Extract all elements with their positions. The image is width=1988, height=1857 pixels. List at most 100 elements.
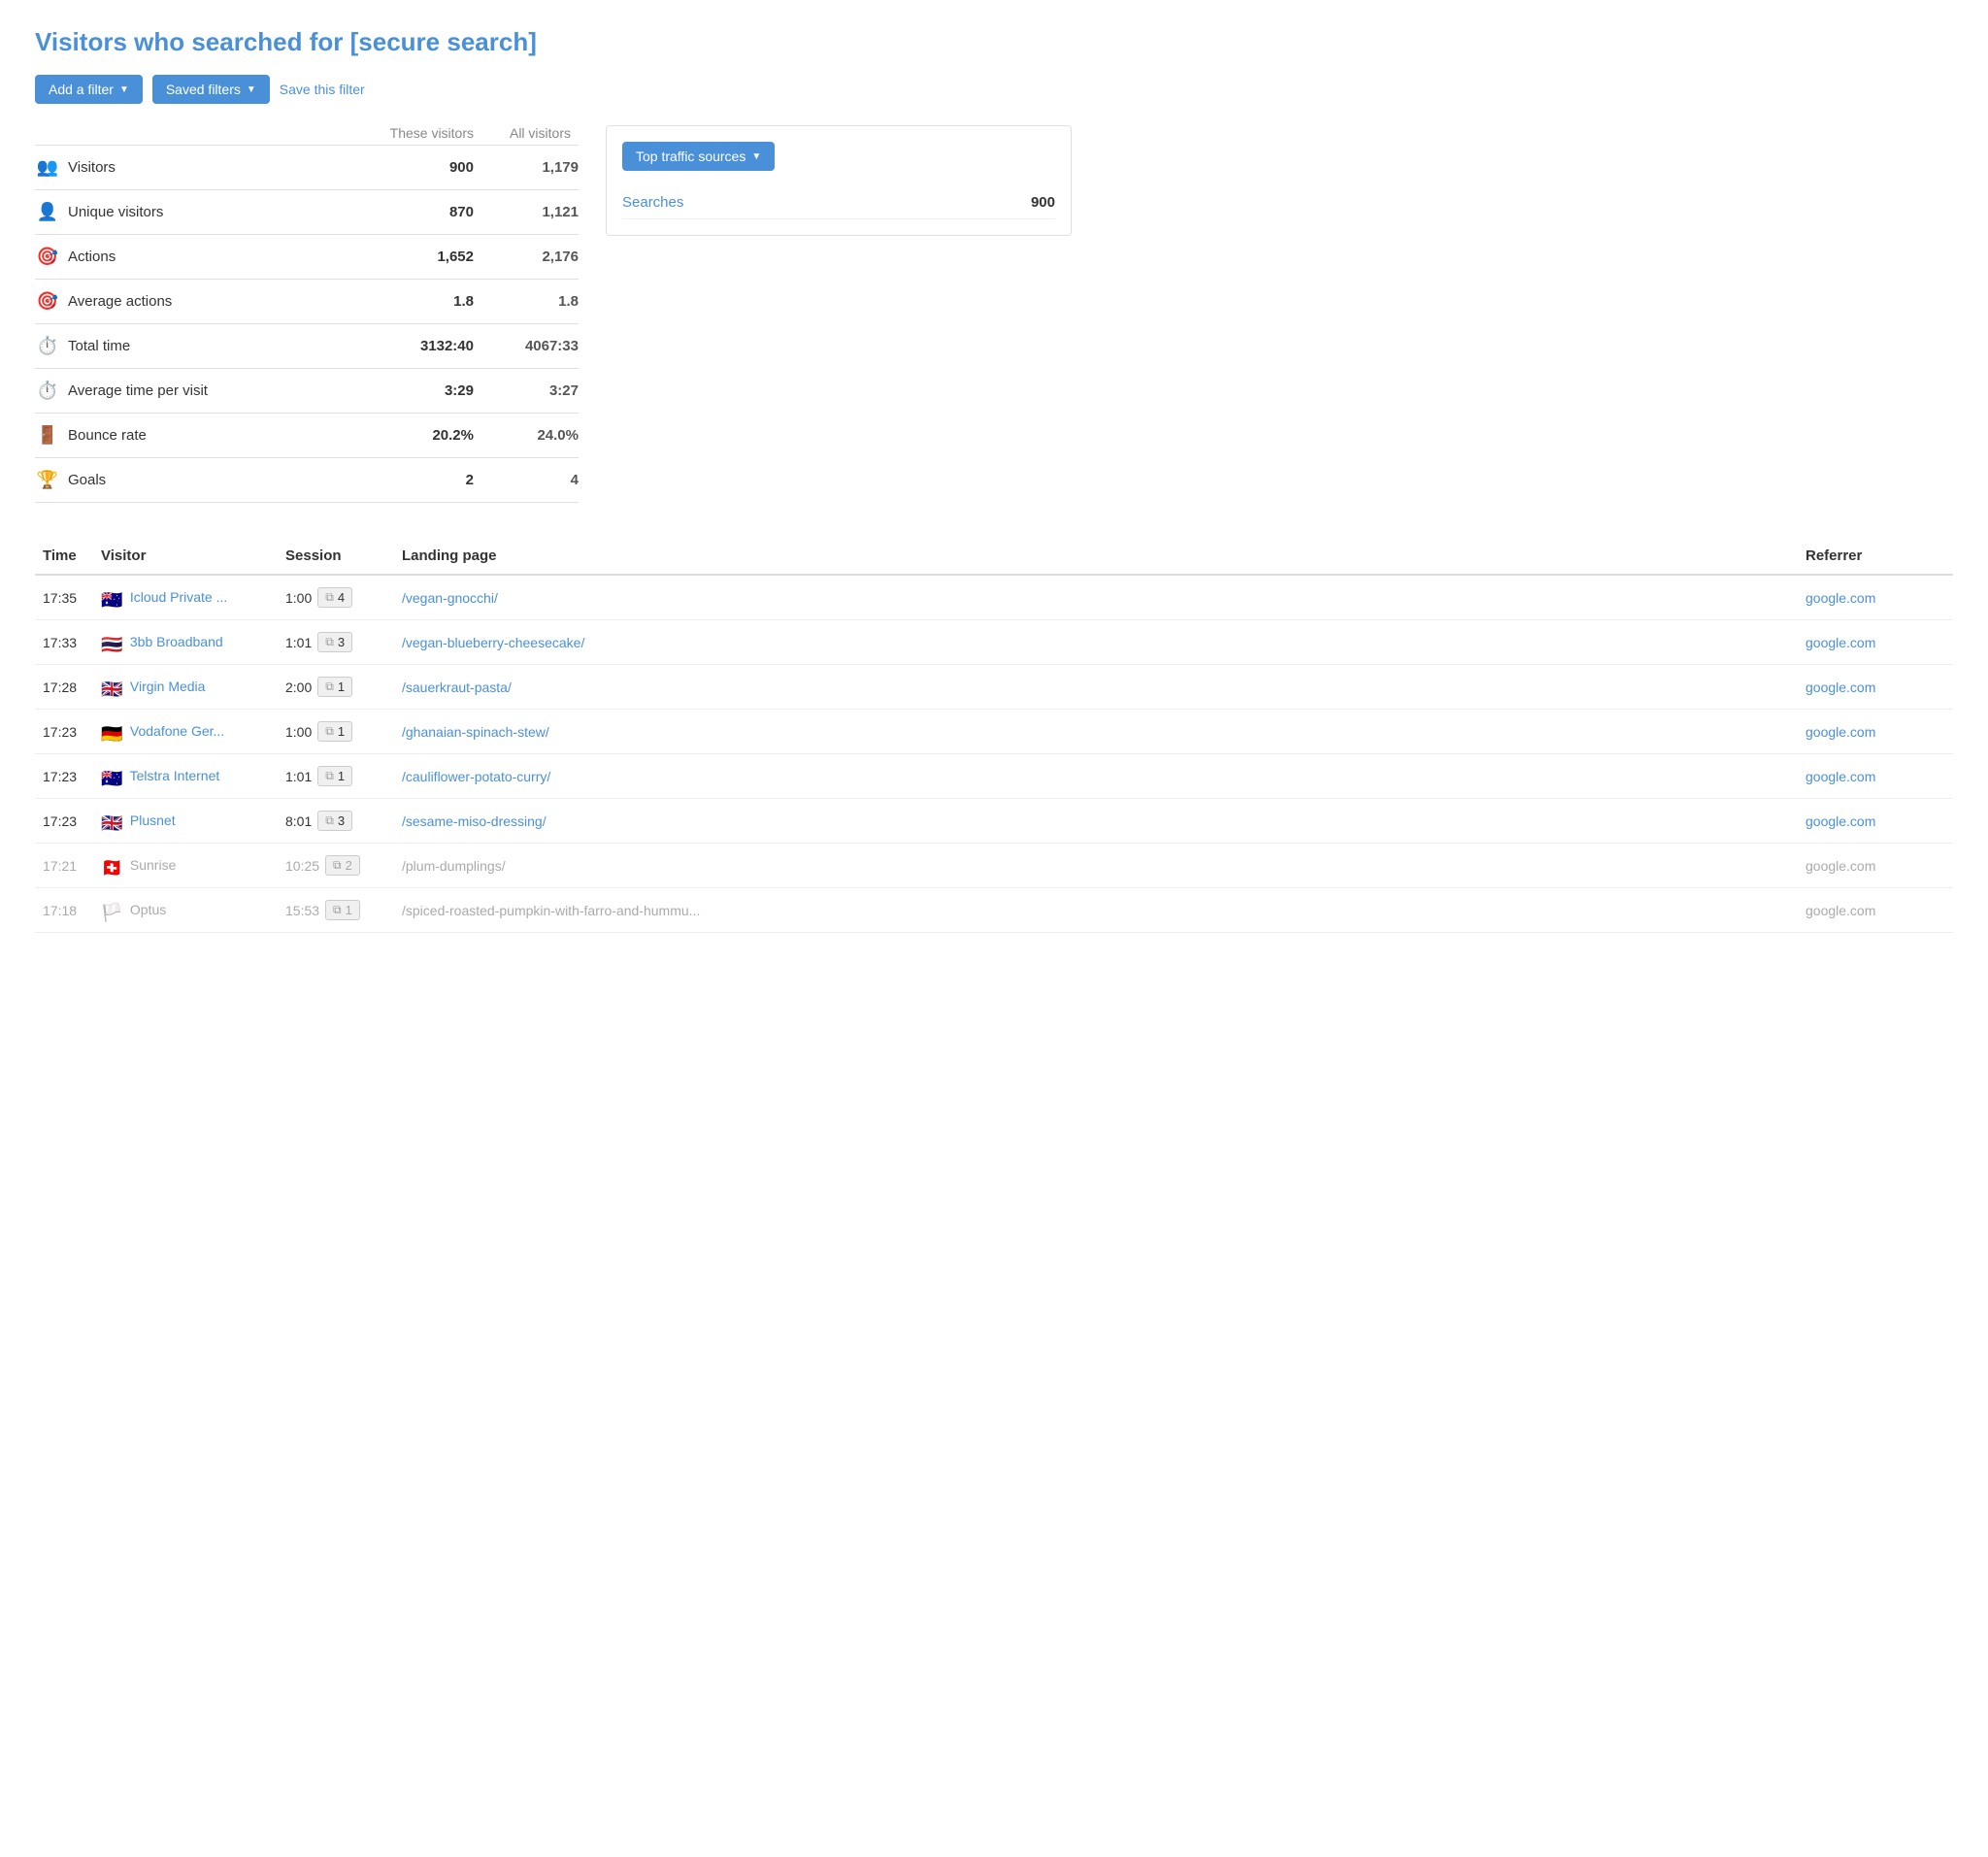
visitor-info: 🇹🇭 3bb Broadband: [93, 620, 278, 665]
session-badge[interactable]: ⧉ 3: [317, 632, 352, 652]
session-time: 8:01: [285, 813, 312, 829]
chevron-down-icon: ▼: [247, 84, 256, 95]
visitor-name[interactable]: Sunrise: [130, 857, 176, 873]
session-badge[interactable]: ⧉ 2: [325, 855, 360, 876]
session-info: 8:01 ⧉ 3: [278, 799, 394, 844]
session-badge[interactable]: ⧉ 1: [325, 900, 360, 920]
landing-page: /sauerkraut-pasta/: [394, 665, 1798, 710]
visitor-time: 17:35: [35, 575, 93, 620]
referrer-link[interactable]: google.com: [1806, 680, 1875, 695]
stats-value-all: 2,176: [481, 249, 579, 265]
landing-page-link[interactable]: /vegan-gnocchi/: [402, 590, 498, 606]
stats-label-text: Actions: [68, 249, 116, 265]
stats-icon: 🎯: [35, 291, 60, 312]
referrer: google.com: [1798, 620, 1953, 665]
traffic-row: Searches 900: [622, 186, 1055, 219]
visitor-name[interactable]: Optus: [130, 902, 166, 917]
traffic-source-label[interactable]: Searches: [622, 194, 683, 211]
stats-icon: ⏱️: [35, 381, 60, 401]
save-filter-button[interactable]: Save this filter: [280, 82, 365, 97]
referrer-link[interactable]: google.com: [1806, 635, 1875, 650]
landing-page-link[interactable]: /spiced-roasted-pumpkin-with-farro-and-h…: [402, 903, 700, 918]
referrer-link[interactable]: google.com: [1806, 858, 1875, 874]
visitor-name[interactable]: Telstra Internet: [130, 768, 220, 783]
stats-value-these: 870: [384, 204, 481, 220]
visitor-info: 🇦🇺 Telstra Internet: [93, 754, 278, 799]
session-time: 15:53: [285, 903, 319, 918]
table-row: 17:23 🇩🇪 Vodafone Ger... 1:00 ⧉ 1 /ghana…: [35, 710, 1953, 754]
stats-icon: ⏱️: [35, 336, 60, 356]
stats-label-text: Visitors: [68, 159, 116, 176]
session-count: 3: [338, 635, 345, 649]
main-content: These visitors All visitors 👥 Visitors 9…: [35, 125, 1953, 503]
stats-label-text: Average actions: [68, 293, 172, 310]
session-info: 1:01 ⧉ 1: [278, 754, 394, 799]
stats-label: ⏱️ Average time per visit: [35, 381, 384, 401]
copy-icon: ⧉: [325, 590, 334, 605]
stats-value-these: 20.2%: [384, 427, 481, 444]
landing-page-link[interactable]: /sauerkraut-pasta/: [402, 680, 512, 695]
visitor-info: 🇩🇪 Vodafone Ger...: [93, 710, 278, 754]
visitor-info: 🇬🇧 Plusnet: [93, 799, 278, 844]
landing-page-link[interactable]: /sesame-miso-dressing/: [402, 813, 547, 829]
session-time: 1:01: [285, 769, 312, 784]
referrer: google.com: [1798, 888, 1953, 933]
referrer-link[interactable]: google.com: [1806, 769, 1875, 784]
landing-page: /cauliflower-potato-curry/: [394, 754, 1798, 799]
stats-row: ⏱️ Total time 3132:40 4067:33: [35, 324, 579, 369]
visitor-info: 🏳️ Optus: [93, 888, 278, 933]
country-flag: 🇩🇪: [101, 724, 122, 740]
session-badge[interactable]: ⧉ 1: [317, 721, 352, 742]
add-filter-button[interactable]: Add a filter ▼: [35, 75, 143, 104]
referrer: google.com: [1798, 799, 1953, 844]
visitor-info: 🇦🇺 Icloud Private ...: [93, 575, 278, 620]
referrer-link[interactable]: google.com: [1806, 724, 1875, 740]
stats-table: 👥 Visitors 900 1,179 👤 Unique visitors 8…: [35, 145, 579, 503]
visitor-name[interactable]: Plusnet: [130, 812, 176, 828]
session-time: 1:00: [285, 590, 312, 606]
session-time: 10:25: [285, 858, 319, 874]
copy-icon: ⧉: [325, 635, 334, 649]
landing-page-link[interactable]: /cauliflower-potato-curry/: [402, 769, 550, 784]
copy-icon: ⧉: [333, 903, 342, 917]
traffic-panel: Top traffic sources ▼ Searches 900: [606, 125, 1072, 236]
stats-label: ⏱️ Total time: [35, 336, 384, 356]
landing-page: /sesame-miso-dressing/: [394, 799, 1798, 844]
stats-icon: 🎯: [35, 247, 60, 267]
referrer-link[interactable]: google.com: [1806, 813, 1875, 829]
stats-label: 🚪 Bounce rate: [35, 425, 384, 446]
stats-label: 🎯 Average actions: [35, 291, 384, 312]
stats-row: 👥 Visitors 900 1,179: [35, 146, 579, 190]
copy-icon: ⧉: [325, 680, 334, 694]
landing-page-link[interactable]: /ghanaian-spinach-stew/: [402, 724, 549, 740]
session-badge[interactable]: ⧉ 4: [317, 587, 352, 608]
stats-value-all: 4067:33: [481, 338, 579, 354]
referrer-link[interactable]: google.com: [1806, 590, 1875, 606]
session-badge[interactable]: ⧉ 1: [317, 677, 352, 697]
stats-icon: 🚪: [35, 425, 60, 446]
country-flag: 🇬🇧: [101, 680, 122, 695]
stats-value-these: 3132:40: [384, 338, 481, 354]
visitor-time: 17:28: [35, 665, 93, 710]
saved-filters-button[interactable]: Saved filters ▼: [152, 75, 270, 104]
visitor-name[interactable]: Vodafone Ger...: [130, 723, 224, 739]
visitors-table: TimeVisitorSessionLanding pageReferrer 1…: [35, 538, 1953, 933]
top-traffic-sources-button[interactable]: Top traffic sources ▼: [622, 142, 775, 171]
session-info: 1:00 ⧉ 4: [278, 575, 394, 620]
referrer-link[interactable]: google.com: [1806, 903, 1875, 918]
visitor-name[interactable]: 3bb Broadband: [130, 634, 223, 649]
landing-page-link[interactable]: /plum-dumplings/: [402, 858, 506, 874]
stats-value-all: 4: [481, 472, 579, 488]
table-col-header: Session: [278, 538, 394, 575]
visitor-name[interactable]: Virgin Media: [130, 679, 206, 694]
session-badge[interactable]: ⧉ 1: [317, 766, 352, 786]
visitor-name[interactable]: Icloud Private ...: [130, 589, 227, 605]
landing-page-link[interactable]: /vegan-blueberry-cheesecake/: [402, 635, 584, 650]
session-badge[interactable]: ⧉ 3: [317, 811, 352, 831]
session-time: 1:01: [285, 635, 312, 650]
chevron-down-icon: ▼: [119, 84, 129, 95]
visitor-time: 17:18: [35, 888, 93, 933]
stats-header: These visitors All visitors: [35, 125, 579, 141]
stats-value-these: 1,652: [384, 249, 481, 265]
stats-label-text: Average time per visit: [68, 382, 208, 399]
